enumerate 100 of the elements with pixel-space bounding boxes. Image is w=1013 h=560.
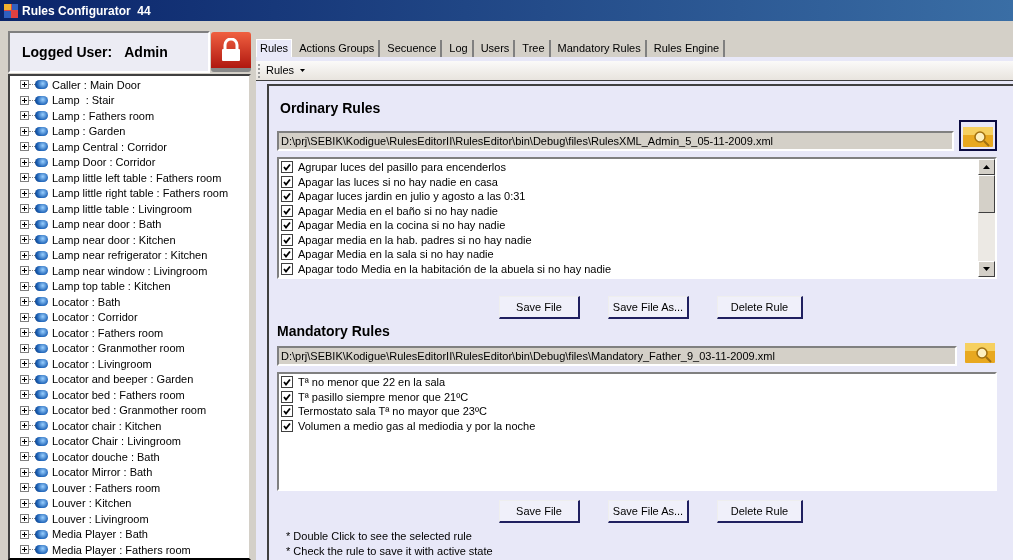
tree-item[interactable]: Lamp little table : Livingroom	[52, 200, 192, 217]
tree-item[interactable]: Locator bed : Granmother room	[52, 402, 207, 419]
rule-label[interactable]: Apagar todo Media en la habitación de la abuela si no hay nadie	[298, 260, 612, 277]
scrollbar[interactable]	[978, 159, 995, 277]
tree-item[interactable]: Locator chair : Kitchen	[52, 417, 162, 434]
rule-label[interactable]: Apagar Media en el baño si no hay nadie	[298, 202, 498, 219]
action-button[interactable]: Save File	[499, 296, 580, 319]
tree-item[interactable]: Lamp : Garden	[52, 123, 126, 140]
tree-item[interactable]: Lamp near window : Livingroom	[52, 262, 208, 279]
tree-item[interactable]: Lamp : Fathers room	[52, 107, 155, 124]
rule-label[interactable]: Termostato sala Tª no mayor que 23ºC	[298, 403, 487, 420]
expand-toggle[interactable]	[20, 157, 29, 167]
scroll-thumb[interactable]	[978, 175, 995, 213]
expand-toggle[interactable]	[20, 235, 29, 245]
tree-item[interactable]: Lamp little left table : Fathers room	[52, 169, 222, 186]
file-path-field[interactable]: D:\prj\SEBIK\Kodigue\RulesEditorII\RulesEditor\bin\Debug\files\Mandatory_Father_9_03-11-2009.xml	[277, 346, 957, 366]
checkbox[interactable]	[281, 175, 293, 188]
checkbox[interactable]	[281, 204, 293, 217]
expand-toggle[interactable]	[20, 266, 29, 276]
tree-item[interactable]: Lamp near refrigerator : Kitchen	[52, 247, 208, 264]
rule-label[interactable]: Apagar Media en la cocina si no hay nadie	[298, 217, 506, 234]
checkbox[interactable]	[281, 219, 293, 232]
expand-toggle[interactable]	[20, 204, 29, 214]
tree-item[interactable]: Locator : Bath	[52, 293, 121, 310]
checkbox[interactable]	[281, 262, 293, 275]
tree-item[interactable]: Locator : Livingroom	[52, 355, 152, 372]
expand-toggle[interactable]	[20, 312, 29, 322]
expand-toggle[interactable]	[20, 328, 29, 338]
tree-item[interactable]: Louver : Kitchen	[52, 495, 132, 512]
expand-toggle[interactable]	[20, 111, 29, 121]
checkbox[interactable]	[281, 390, 293, 403]
expand-toggle[interactable]	[20, 390, 29, 400]
tree-item[interactable]: Lamp Central : Corridor	[52, 138, 167, 155]
tree-item[interactable]: Caller : Main Door	[52, 76, 141, 93]
expand-toggle[interactable]	[20, 188, 29, 198]
expand-toggle[interactable]	[20, 173, 29, 183]
expand-toggle[interactable]	[20, 514, 29, 524]
tree-item[interactable]: Lamp Door : Corridor	[52, 154, 156, 171]
tree-item[interactable]: Locator Chair : Livingroom	[52, 433, 181, 450]
tree-item[interactable]: Media Player : Fathers room	[52, 541, 191, 558]
expand-toggle[interactable]	[20, 436, 29, 446]
expand-toggle[interactable]	[20, 467, 29, 477]
tree-item[interactable]: Locator bed : Fathers room	[52, 386, 185, 403]
rule-label[interactable]: Apagar luces jardin en julio y agosto a las 0:31	[298, 188, 526, 205]
tree-item[interactable]: Locator Mirror : Bath	[52, 464, 153, 481]
tree-item[interactable]: Louver : Livingroom	[52, 510, 149, 527]
rule-label[interactable]: Apagar media en la hab. padres si no hay nadie	[298, 231, 532, 248]
tree-item[interactable]: Locator : Granmother room	[52, 340, 185, 357]
tree-item[interactable]: Louver : Fathers room	[52, 479, 161, 496]
expand-toggle[interactable]	[20, 374, 29, 384]
action-button[interactable]: Delete Rule	[717, 500, 803, 523]
tab[interactable]: Rules	[256, 39, 293, 57]
expand-toggle[interactable]	[20, 452, 29, 462]
rule-label[interactable]: Apagar las luces si no hay nadie en casa	[298, 173, 498, 190]
rule-label[interactable]: Volumen a medio gas al mediodia y por la noche	[298, 417, 536, 434]
action-button[interactable]: Save File As...	[608, 296, 689, 319]
file-path-field[interactable]: D:\prj\SEBIK\Kodigue\RulesEditorII\RulesEditor\bin\Debug\files\RulesXML_Admin_5_05-11-2009.xml	[277, 131, 954, 151]
expand-toggle[interactable]	[20, 405, 29, 415]
expand-toggle[interactable]	[20, 80, 29, 90]
expand-toggle[interactable]	[20, 142, 29, 152]
checkbox[interactable]	[281, 419, 293, 432]
scroll-down-button[interactable]	[978, 261, 995, 277]
expand-toggle[interactable]	[20, 498, 29, 508]
expand-toggle[interactable]	[20, 250, 29, 260]
rule-label[interactable]: Apagar Media en la sala si no hay nadie	[298, 246, 494, 263]
expand-toggle[interactable]	[20, 281, 29, 291]
tree-item[interactable]: Lamp near door : Bath	[52, 216, 162, 233]
rule-label[interactable]: Agrupar luces del pasillo para encenderlos	[298, 159, 506, 176]
tree-item[interactable]: Lamp little right table : Fathers room	[52, 185, 229, 202]
checkbox[interactable]	[281, 233, 293, 246]
expand-toggle[interactable]	[20, 359, 29, 369]
expand-toggle[interactable]	[20, 421, 29, 431]
expand-toggle[interactable]	[20, 126, 29, 136]
tree-item[interactable]: Locator and beeper : Garden	[52, 371, 194, 388]
checkbox[interactable]	[281, 190, 293, 203]
tree-item[interactable]: Lamp near door : Kitchen	[52, 231, 176, 248]
expand-toggle[interactable]	[20, 297, 29, 307]
expand-toggle[interactable]	[20, 545, 29, 555]
expand-toggle[interactable]	[20, 483, 29, 493]
lock-button[interactable]	[211, 32, 251, 72]
tree-item[interactable]: Lamp top table : Kitchen	[52, 278, 171, 295]
expand-toggle[interactable]	[20, 529, 29, 539]
tree-item[interactable]: Media Player : Bath	[52, 526, 148, 543]
checkbox[interactable]	[281, 405, 293, 418]
checkbox[interactable]	[281, 248, 293, 261]
checkbox[interactable]	[281, 376, 293, 389]
action-button[interactable]: Save File As...	[608, 500, 689, 523]
rule-label[interactable]: Tª no menor que 22 en la sala	[298, 374, 446, 391]
action-button[interactable]: Delete Rule	[717, 296, 803, 319]
browse-button[interactable]	[959, 120, 997, 151]
rule-label[interactable]: Tª pasillo siempre menor que 21ºC	[298, 388, 469, 405]
action-button[interactable]: Save File	[499, 500, 580, 523]
expand-toggle[interactable]	[20, 343, 29, 353]
checkbox[interactable]	[281, 161, 293, 174]
expand-toggle[interactable]	[20, 95, 29, 105]
tree-item[interactable]: Locator : Corridor	[52, 309, 138, 326]
tree-item[interactable]: Locator : Fathers room	[52, 324, 164, 341]
tree-item[interactable]: Lamp : Stair	[52, 92, 115, 109]
rules-menu[interactable]: Rules	[266, 62, 306, 79]
scroll-up-button[interactable]	[978, 159, 995, 175]
